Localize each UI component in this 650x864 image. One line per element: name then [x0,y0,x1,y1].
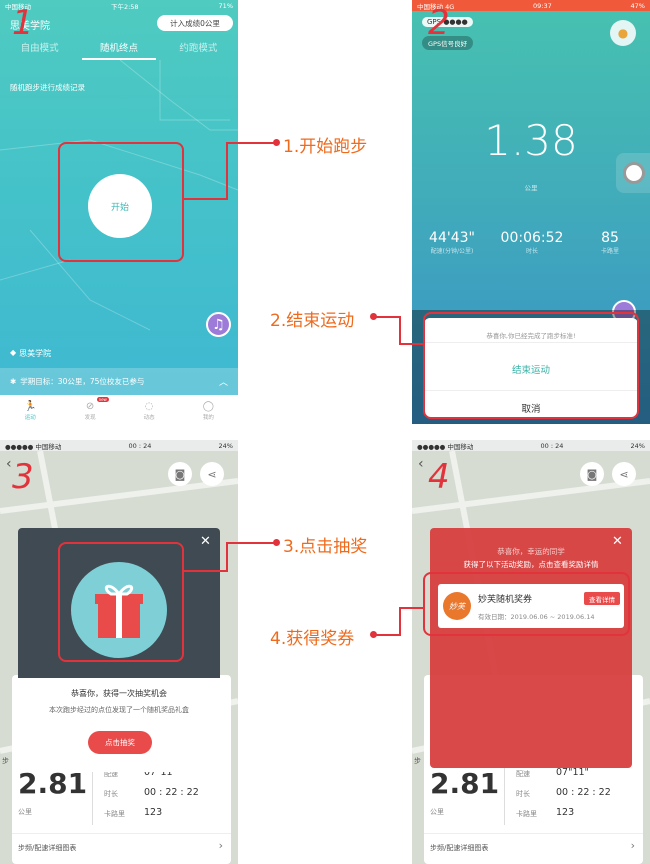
nav-discover[interactable]: ⊘ 发现 new [85,397,109,421]
music-icon[interactable]: ♫ [206,312,231,337]
run-icon: 🏃 [24,401,37,412]
annotation-coupon: 4.获得奖券 [270,629,355,649]
annotation-draw: 3.点击抽奖 [283,537,368,557]
bulb-icon: ✱ [10,377,17,386]
distance-unit: 公里 [18,808,32,816]
chevron-right-icon[interactable]: › [219,839,223,852]
detail-chart-link[interactable]: 步频/配速详细图表 [430,843,488,853]
connector [376,634,400,636]
camera-icon[interactable]: ◙ [168,462,192,486]
back-icon[interactable]: ‹ [418,456,424,472]
status-bar: ●●●●● 中国移动 00 : 24 24% [412,440,650,451]
highlight-gift [58,542,184,662]
battery: 47% [630,1,645,10]
connector [399,607,423,609]
share-icon[interactable]: ⋖ [612,462,636,486]
chat-icon: ◌ [144,401,154,412]
connector [184,198,226,200]
nav-run[interactable]: 🏃 运动 [24,401,36,421]
connector [184,570,226,572]
pace-value: 07"11" [556,767,589,778]
location-text: 思美学院 [19,349,52,358]
pace-label: 配速 [516,770,530,778]
new-badge: new [96,397,109,402]
highlight-end [423,312,639,419]
detail-chart-link[interactable]: 步频/配速详细图表 [18,843,76,853]
lottery-title: 恭喜你，获得一次抽奖机会 [71,689,167,698]
annotation-end: 2.结束运动 [270,311,355,331]
compass-icon: ⊘ [85,401,95,412]
close-icon[interactable]: ✕ [200,534,211,549]
nav-feed[interactable]: ◌ 动态 [144,401,155,421]
draw-button[interactable]: 点击抽奖 [88,731,152,754]
bottom-nav: 🏃 运动 ⊘ 发现 new ◌ 动态 ◯ 我的 [0,395,238,424]
calories-label: 卡路里 [516,810,537,818]
nav-me[interactable]: ◯ 我的 [203,401,214,421]
reward-dialog: ✕ 恭喜你，幸运的同学 获得了以下活动奖励，点击查看奖励详情 妙芙 妙芙随机奖券… [430,528,632,768]
duration-label: 时长 [104,790,118,798]
distance-unit: 公里 [430,808,444,816]
annotation-start: 1.开始跑步 [283,137,368,157]
lock-handle[interactable] [616,153,650,193]
connector-dot [273,539,280,546]
time: 09:37 [533,1,552,10]
distance-value: 1.38 [484,116,578,165]
step-number-3: 3 [12,457,34,497]
duration-value: 00 : 22 : 22 [144,787,199,798]
highlight-coupon [423,572,630,636]
camera-icon[interactable]: ◙ [580,462,604,486]
person-icon: ◯ [202,401,214,412]
connector [226,142,274,144]
distance-unit: 公里 [524,184,538,192]
map-label: 步 [414,757,421,765]
stat-duration: 00:06:52 时长 [500,230,564,255]
reward-line2: 获得了以下活动奖励，点击查看奖励详情 [463,560,599,569]
connector [226,142,228,200]
connector [399,607,401,636]
connector [226,542,274,544]
location-label: ◆ 思美学院 [10,348,51,359]
connector [399,316,401,344]
connector [399,343,423,345]
calories-value: 123 [556,807,575,818]
distance-value: 2.81 [430,767,500,800]
calories-value: 123 [144,807,163,818]
status-bar: ●●●●● 中国移动 00 : 24 24% [0,440,238,451]
stat-calories: 85 卡路里 [600,230,619,255]
location-icon[interactable]: ● [610,20,636,46]
reward-line1: 恭喜你，幸运的同学 [497,547,565,556]
share-icon[interactable]: ⋖ [200,462,224,486]
goal-text: 学期目标：30公里，75位校友已参与 [20,377,145,386]
connector-dot [273,139,280,146]
step-number-2: 2 [428,3,450,43]
duration-label: 时长 [516,790,530,798]
lock-icon [623,162,645,184]
connector [376,316,400,318]
calories-label: 卡路里 [104,810,125,818]
lottery-desc: 本次跑步经过的点位发现了一个随机奖品礼盒 [49,706,189,714]
step-number-1: 1 [12,3,34,43]
back-icon[interactable]: ‹ [6,456,12,472]
stat-pace: 44'43" 配速(分钟/公里) [429,230,475,255]
step-number-4: 4 [428,457,450,497]
connector [226,542,228,572]
location-pin-icon: ◆ [10,348,17,357]
screen-coupon: ●●●●● 中国移动 00 : 24 24% ‹ ◙ ⋖ 步 2.81 公里 配… [412,440,650,864]
goal-bar[interactable]: ✱ 学期目标：30公里，75位校友已参与 ︿ [0,368,238,395]
chevron-up-icon[interactable]: ︿ [219,375,228,388]
highlight-start [58,142,184,262]
map-label: 步 [2,757,9,765]
chevron-right-icon[interactable]: › [631,839,635,852]
duration-value: 00 : 22 : 22 [556,787,611,798]
